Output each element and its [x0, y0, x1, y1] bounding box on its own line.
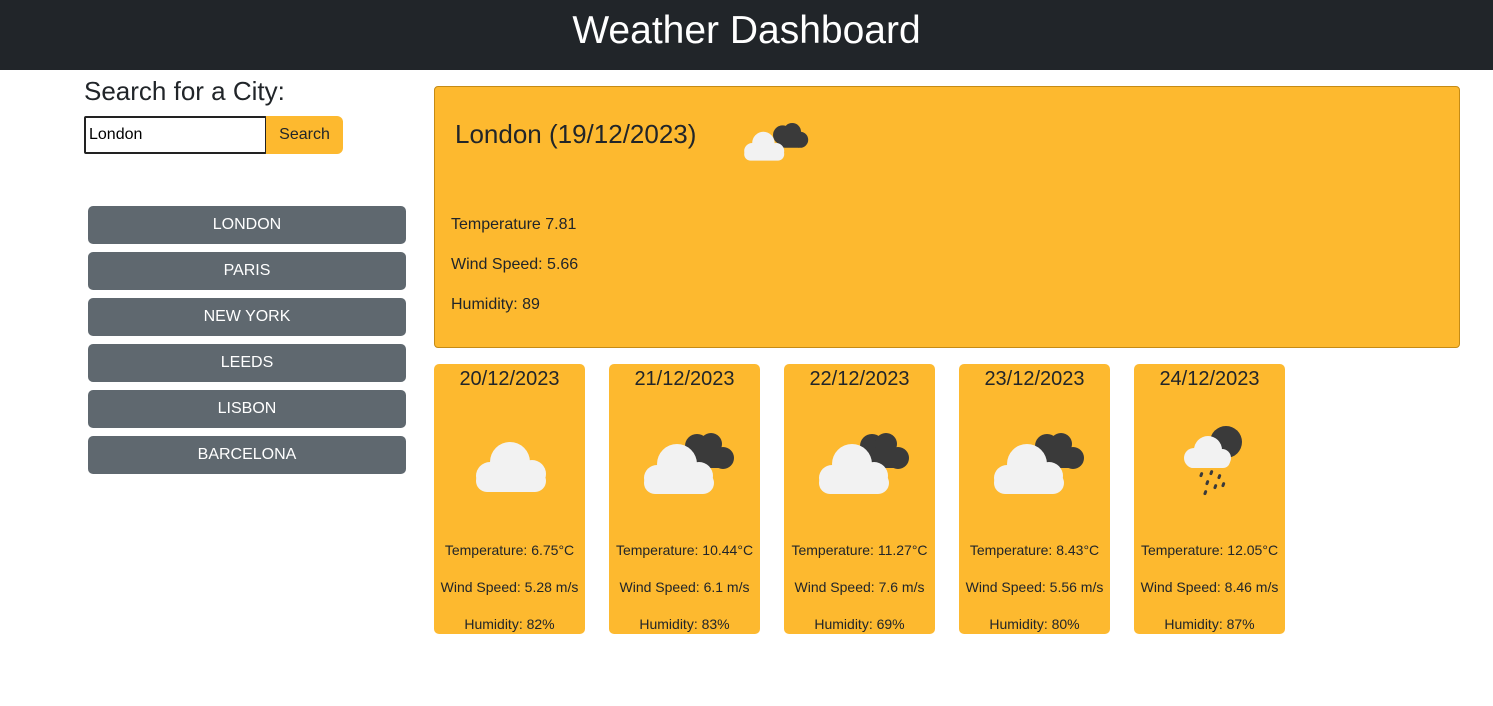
- forecast-card: 21/12/2023 Temperature: 10.44°C Wind Spe…: [609, 364, 760, 634]
- forecast-card: 22/12/2023 Temperature: 11.27°C Wind Spe…: [784, 364, 935, 634]
- search-history-list: London Paris New York Leeds Lisbon Barce…: [88, 206, 406, 482]
- forecast-temperature: Temperature: 6.75°C: [444, 542, 575, 558]
- history-button-barcelona[interactable]: Barcelona: [88, 436, 406, 474]
- broken-clouds-icon: [744, 123, 809, 161]
- forecast-card: 20/12/2023 Temperature: 6.75°C Wind Spee…: [434, 364, 585, 634]
- history-button-lisbon[interactable]: Lisbon: [88, 390, 406, 428]
- search-button[interactable]: Search: [266, 116, 343, 154]
- forecast-date: 23/12/2023: [984, 368, 1085, 390]
- forecast-humidity: Humidity: 69%: [814, 616, 905, 632]
- history-button-london[interactable]: London: [88, 206, 406, 244]
- history-button-new-york[interactable]: New York: [88, 298, 406, 336]
- forecast-humidity: Humidity: 80%: [989, 616, 1080, 632]
- page-header: Weather Dashboard: [0, 0, 1493, 70]
- broken-clouds-icon: [819, 433, 909, 494]
- current-humidity: Humidity: 89: [451, 296, 540, 313]
- forecast-card: 23/12/2023 Temperature: 8.43°C Wind Spee…: [959, 364, 1110, 634]
- forecast-card: 24/12/2023 Temperature: 12.05°C Wind Spe…: [1134, 364, 1285, 634]
- cloud-icon: [476, 442, 546, 492]
- search-title: Search for a City:: [84, 76, 285, 106]
- city-search-input[interactable]: [84, 116, 267, 154]
- forecast-wind-speed: Wind Speed: 6.1 m/s: [619, 579, 750, 595]
- forecast-humidity: Humidity: 83%: [639, 616, 730, 632]
- forecast-temperature: Temperature: 12.05°C: [1140, 542, 1279, 558]
- forecast-wind-speed: Wind Speed: 5.56 m/s: [965, 579, 1104, 595]
- current-city-title: London (19/12/2023): [455, 119, 697, 149]
- current-temperature: Temperature 7.81: [451, 216, 577, 233]
- forecast-humidity: Humidity: 82%: [464, 616, 555, 632]
- forecast-temperature: Temperature: 11.27°C: [791, 542, 928, 558]
- forecast-date: 20/12/2023: [459, 368, 560, 390]
- current-weather-card: London (19/12/2023) Temperature 7.81 Win…: [434, 86, 1460, 348]
- forecast-date: 21/12/2023: [634, 368, 735, 390]
- forecast-temperature: Temperature: 10.44°C: [615, 542, 754, 558]
- page-title: Weather Dashboard: [572, 9, 921, 52]
- forecast-date: 22/12/2023: [809, 368, 910, 390]
- forecast-wind-speed: Wind Speed: 8.46 m/s: [1140, 579, 1279, 595]
- forecast-wind-speed: Wind Speed: 7.6 m/s: [794, 579, 925, 595]
- forecast-date: 24/12/2023: [1159, 368, 1260, 390]
- broken-clouds-icon: [994, 433, 1084, 494]
- forecast-temperature: Temperature: 8.43°C: [969, 542, 1100, 558]
- forecast-wind-speed: Wind Speed: 5.28 m/s: [440, 579, 579, 595]
- forecast-humidity: Humidity: 87%: [1164, 616, 1255, 632]
- history-button-leeds[interactable]: Leeds: [88, 344, 406, 382]
- rain-cloud-icon: [1184, 426, 1242, 496]
- broken-clouds-icon: [644, 433, 734, 494]
- history-button-paris[interactable]: Paris: [88, 252, 406, 290]
- current-wind-speed: Wind Speed: 5.66: [451, 256, 579, 273]
